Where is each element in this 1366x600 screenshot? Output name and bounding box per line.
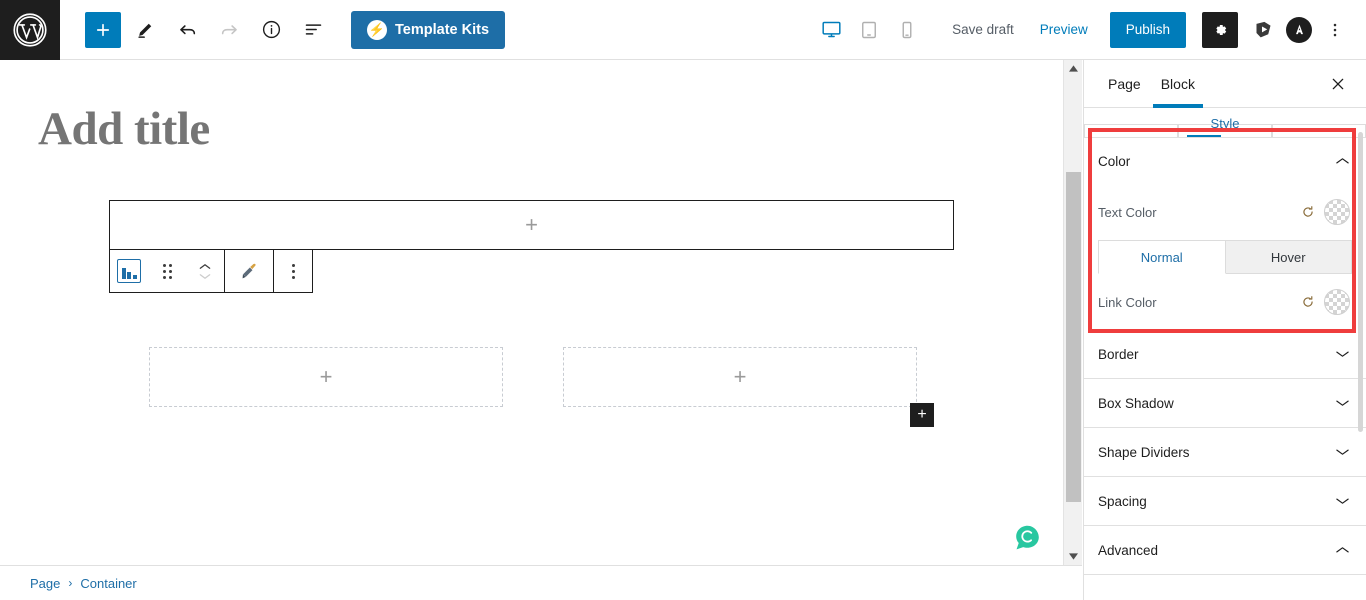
panel-advanced[interactable]: Advanced — [1084, 526, 1366, 575]
style-tab-strip[interactable]: Style — [1084, 108, 1366, 138]
block-toolbar-group-move — [110, 250, 225, 292]
style-tab-underline — [1187, 135, 1221, 137]
panel-box-shadow[interactable]: Box Shadow — [1084, 379, 1366, 428]
block-toolbar-group-options — [274, 250, 312, 292]
container-block[interactable]: + — [109, 200, 954, 250]
column-placeholder-left[interactable]: + — [149, 347, 503, 407]
panel-label: Border — [1098, 346, 1139, 362]
panel-shape-dividers[interactable]: Shape Dividers — [1084, 428, 1366, 477]
top-bar-left-tools: ⚡ Template Kits — [60, 10, 506, 49]
panel-border[interactable]: Border — [1084, 330, 1366, 379]
tab-block[interactable]: Block — [1151, 60, 1205, 108]
add-block-button[interactable] — [85, 11, 121, 48]
block-toolbar — [109, 249, 313, 293]
scroll-up-arrow-icon[interactable] — [1064, 60, 1083, 77]
chevron-up-icon[interactable] — [1335, 156, 1350, 166]
publish-button[interactable]: Publish — [1109, 11, 1186, 48]
drag-handle-icon[interactable] — [148, 250, 186, 292]
undo-button[interactable] — [169, 12, 205, 48]
container-block-icon[interactable] — [110, 250, 148, 292]
color-panel: Color Text Color Normal Hover Link Color — [1084, 138, 1366, 330]
settings-sidebar: Page Block Style Color Text Color Normal… — [1083, 60, 1366, 600]
chevron-up-icon — [199, 263, 211, 269]
details-info-button[interactable] — [253, 12, 289, 48]
move-up-down-buttons[interactable] — [186, 250, 224, 292]
breadcrumb-separator-icon: › — [68, 576, 73, 590]
style-tab-label: Style — [1210, 116, 1240, 131]
breadcrumb: Page › Container — [0, 565, 1082, 600]
list-view-button[interactable] — [295, 12, 331, 48]
columns-row: + + — [149, 347, 917, 407]
color-state-tabs: Normal Hover — [1098, 240, 1352, 274]
block-toolbar-group-style — [225, 250, 274, 292]
template-kits-label: Template Kits — [395, 21, 490, 38]
reset-icon[interactable] — [1301, 295, 1315, 309]
top-bar-right-tools: Save draft Preview Publish — [816, 11, 1366, 48]
panel-spacing[interactable]: Spacing — [1084, 477, 1366, 526]
bolt-icon: ⚡ — [367, 19, 387, 40]
post-title-area: Add title — [0, 60, 1063, 156]
editor-top-bar: ⚡ Template Kits Save draft Preview Publi… — [0, 0, 1366, 60]
edit-tool-button[interactable] — [127, 12, 163, 48]
chevron-down-icon — [199, 273, 211, 279]
panel-label: Spacing — [1098, 493, 1147, 509]
column-appender-plus[interactable]: + — [734, 366, 747, 388]
link-color-swatch[interactable] — [1324, 289, 1350, 315]
style-strip-cell-right[interactable] — [1272, 124, 1366, 137]
desktop-view-button[interactable] — [816, 15, 846, 45]
color-panel-header[interactable]: Color — [1084, 138, 1366, 184]
chevron-down-icon[interactable] — [1335, 496, 1350, 506]
sidebar-tab-bar: Page Block — [1084, 60, 1366, 108]
canvas-scrollbar[interactable] — [1063, 60, 1082, 565]
canvas-scrollbar-thumb[interactable] — [1066, 172, 1081, 502]
reset-icon[interactable] — [1301, 205, 1315, 219]
text-color-row: Text Color — [1084, 184, 1366, 240]
mobile-view-button[interactable] — [892, 15, 922, 45]
more-options-button[interactable] — [1318, 13, 1352, 47]
astra-logo-icon[interactable] — [1282, 13, 1316, 47]
chevron-down-icon[interactable] — [1335, 398, 1350, 408]
template-kits-button[interactable]: ⚡ Template Kits — [351, 10, 506, 49]
chevron-down-icon[interactable] — [1335, 349, 1350, 359]
state-tab-normal[interactable]: Normal — [1098, 240, 1226, 274]
wordpress-block-editor: ⚡ Template Kits Save draft Preview Publi… — [0, 0, 1366, 600]
sidebar-scrollbar-thumb[interactable] — [1358, 132, 1363, 432]
column-placeholder-right[interactable]: + — [563, 347, 917, 407]
link-color-row: Link Color — [1084, 274, 1366, 330]
paint-brush-icon[interactable] — [225, 250, 273, 292]
chevron-up-icon[interactable] — [1335, 545, 1350, 555]
text-color-swatch[interactable] — [1324, 199, 1350, 225]
tab-page[interactable]: Page — [1098, 60, 1151, 108]
save-draft-button[interactable]: Save draft — [942, 16, 1024, 43]
color-panel-title: Color — [1098, 153, 1131, 169]
settings-gear-button[interactable] — [1202, 11, 1238, 48]
sidebar-scrollbar[interactable] — [1356, 132, 1365, 432]
chat-bubble-icon[interactable] — [1014, 524, 1041, 551]
post-title-input[interactable]: Add title — [38, 103, 1063, 156]
block-options-icon[interactable] — [274, 250, 312, 292]
chevron-down-icon[interactable] — [1335, 447, 1350, 457]
wordpress-logo-icon[interactable] — [0, 0, 60, 60]
style-strip-cell-style[interactable]: Style — [1178, 116, 1272, 137]
breadcrumb-item-container[interactable]: Container — [80, 576, 136, 591]
premium-addons-icon[interactable] — [1246, 13, 1280, 47]
text-color-label: Text Color — [1098, 204, 1157, 220]
breadcrumb-item-page[interactable]: Page — [30, 576, 60, 591]
append-block-button[interactable]: + — [910, 403, 934, 427]
state-tab-hover[interactable]: Hover — [1225, 240, 1352, 274]
panel-label: Advanced — [1098, 542, 1159, 558]
panel-label: Box Shadow — [1098, 395, 1174, 411]
column-appender-plus[interactable]: + — [320, 366, 333, 388]
panel-label: Shape Dividers — [1098, 444, 1190, 460]
preview-button[interactable]: Preview — [1030, 16, 1098, 43]
link-color-label: Link Color — [1098, 294, 1157, 310]
tablet-view-button[interactable] — [854, 15, 884, 45]
container-appender-plus[interactable]: + — [525, 214, 538, 236]
editor-canvas: Add title + + + + — [0, 60, 1063, 565]
device-preview-group — [816, 15, 922, 45]
style-strip-cell-left[interactable] — [1084, 124, 1178, 137]
redo-button[interactable] — [211, 12, 247, 48]
close-icon[interactable] — [1326, 73, 1350, 97]
scroll-down-arrow-icon[interactable] — [1064, 548, 1083, 565]
